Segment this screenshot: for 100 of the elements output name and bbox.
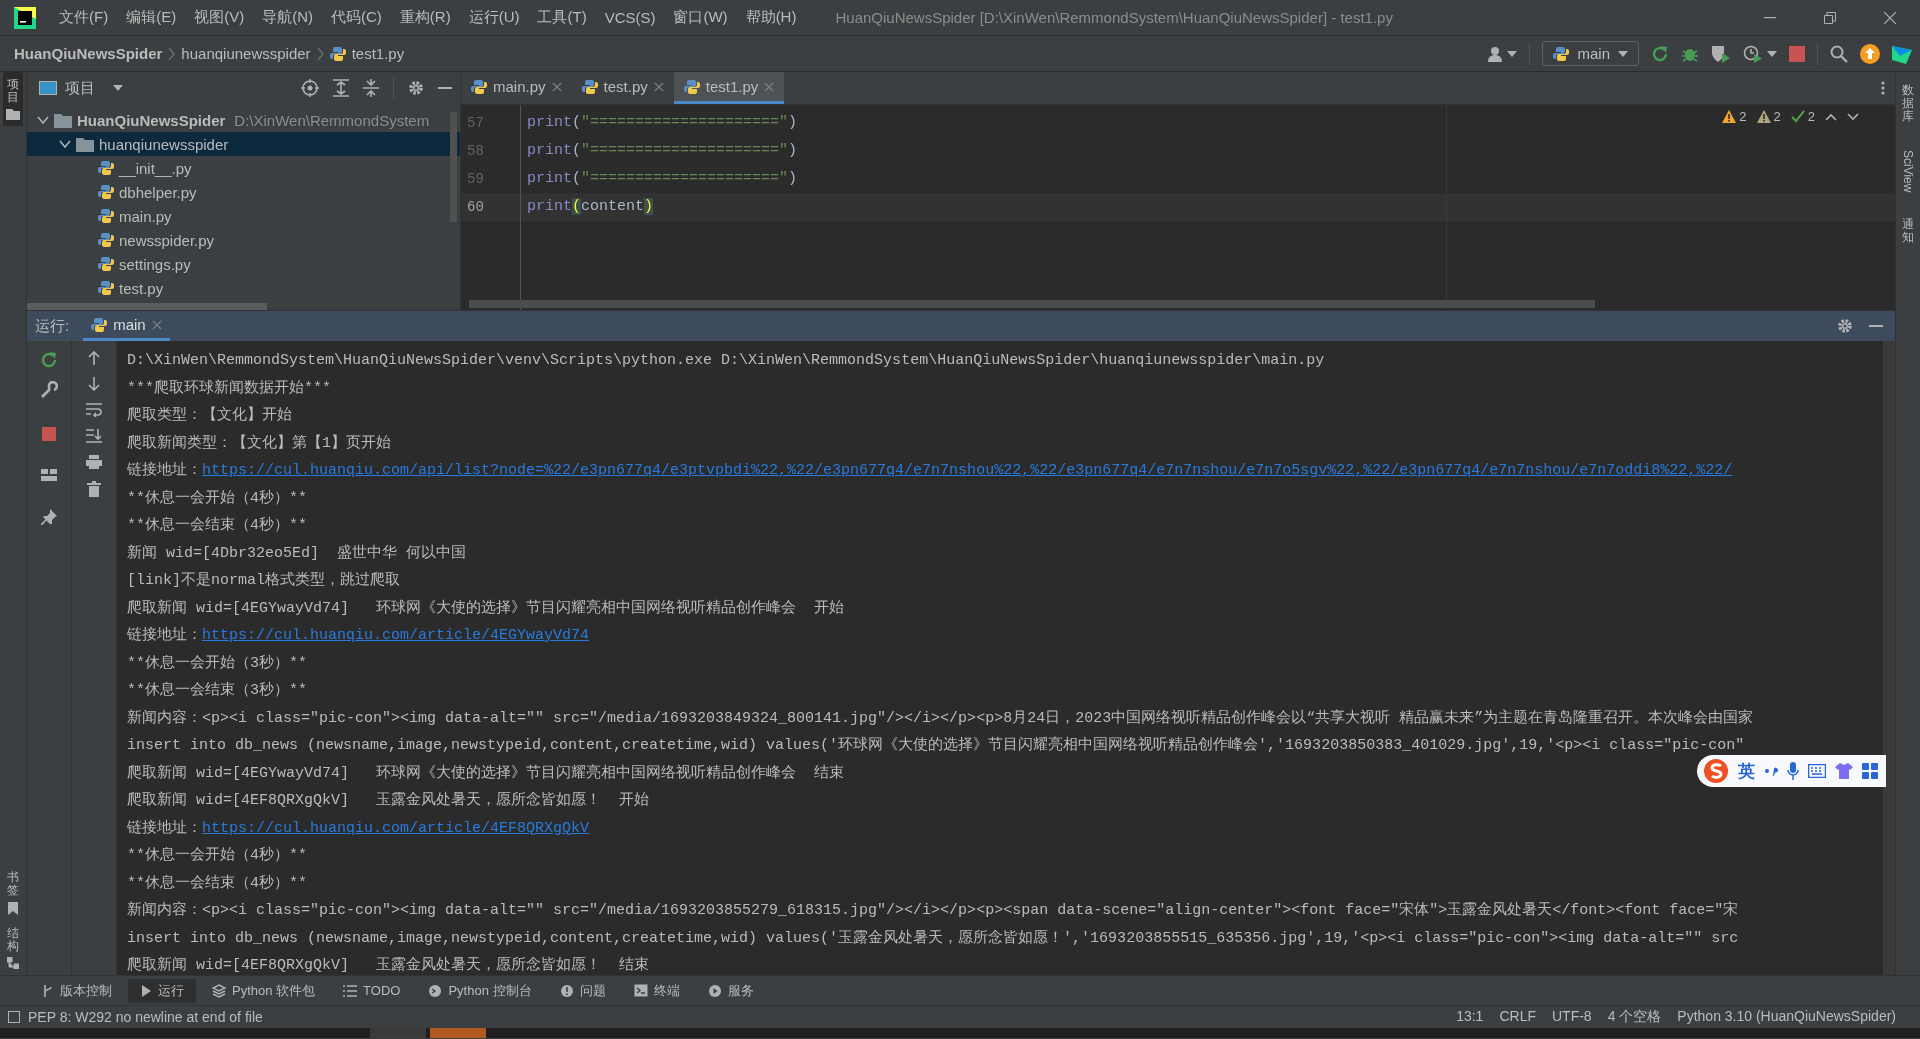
status-item[interactable]: CRLF	[1499, 1008, 1536, 1026]
menu-item[interactable]: 窗口(W)	[664, 8, 737, 27]
scrollbar[interactable]	[469, 300, 1595, 308]
arrow-down-icon[interactable]	[88, 377, 100, 391]
chevron-icon[interactable]	[37, 114, 49, 126]
chevron-down-icon[interactable]	[1847, 112, 1859, 121]
scrollbar[interactable]	[27, 303, 267, 310]
pin-icon[interactable]	[41, 509, 57, 525]
menu-item[interactable]: 重构(R)	[390, 8, 460, 27]
tool-window-button[interactable]: SciView	[1898, 143, 1918, 199]
tree-item[interactable]: HuanQiuNewsSpider D:\XinWen\RemmondSystem	[27, 108, 460, 132]
console-line: 新闻内容：<p><i class="pic-con"><img data-alt="" src="/media/1693203855279_618315.jpg"/></i></p><p><span data-scene="align-center"><font face="宋体">玉露金风处暑天</font><font face="宋	[127, 900, 1739, 921]
toolbox-logo-icon[interactable]	[1892, 43, 1912, 64]
scrollbar[interactable]	[1883, 341, 1895, 975]
tool-window-button[interactable]: 结构	[4, 920, 22, 975]
search-icon[interactable]	[1830, 44, 1848, 63]
editor-tab[interactable]: test.py	[571, 72, 674, 104]
print-icon[interactable]	[86, 455, 102, 469]
tool-tab[interactable]: Python 控制台	[416, 978, 544, 1003]
settings-icon[interactable]	[408, 80, 424, 96]
minimize-icon	[1764, 16, 1776, 19]
shield-run-icon[interactable]	[1711, 44, 1731, 63]
chevron-icon[interactable]	[59, 138, 71, 150]
menu-item[interactable]: 工具(T)	[528, 8, 596, 27]
status-item[interactable]: Python 3.10 (HuanQiuNewsSpider)	[1677, 1008, 1896, 1026]
menu-item[interactable]: 视图(V)	[185, 8, 254, 27]
rerun-icon[interactable]	[1651, 44, 1669, 63]
tool-window-button[interactable]: 书签	[4, 865, 22, 921]
menu-item[interactable]: 帮助(H)	[736, 8, 806, 27]
breadcrumb-item[interactable]: huanqiunewsspider	[181, 45, 311, 62]
console-link[interactable]: https://cul.huanqiu.com/article/4EGYwayVd74	[202, 622, 590, 650]
tool-tab[interactable]: 版本控制	[30, 978, 124, 1003]
run-label: 运行:	[35, 316, 70, 336]
tool-tab[interactable]: 问题	[547, 978, 618, 1003]
tool-window-button[interactable]: 数据库	[1899, 78, 1917, 130]
locate-icon[interactable]	[301, 79, 319, 97]
tool-tab[interactable]: 运行	[128, 978, 196, 1003]
tree-item[interactable]: settings.py	[27, 252, 460, 276]
inspection-count[interactable]: 2	[1739, 109, 1747, 124]
status-item[interactable]: 4 个空格	[1607, 1008, 1662, 1026]
settings-icon[interactable]	[1837, 318, 1853, 334]
expand-all-icon[interactable]	[333, 79, 349, 97]
trash-icon[interactable]	[87, 481, 101, 497]
tool-window-button[interactable]: 项目	[3, 72, 23, 127]
editor-tab[interactable]: main.py	[461, 72, 572, 104]
console-link[interactable]: https://cul.huanqiu.com/article/4EF8QRXgQkV	[202, 814, 590, 842]
breadcrumb-item[interactable]: HuanQiuNewsSpider	[14, 45, 163, 62]
input-mode-toggle[interactable]: 英	[1738, 759, 1755, 783]
tree-item[interactable]: test.py	[27, 276, 460, 300]
update-icon[interactable]	[1860, 43, 1880, 64]
layout-icon[interactable]	[41, 469, 57, 481]
scrollbar[interactable]	[450, 112, 457, 222]
menu-item[interactable]: 文件(F)	[50, 8, 118, 27]
project-view-dropdown[interactable]: 项目	[39, 78, 131, 98]
shirt-icon[interactable]	[1835, 763, 1853, 779]
close-icon[interactable]	[653, 81, 664, 92]
keyboard-icon[interactable]	[1808, 764, 1826, 778]
scroll-to-end-icon[interactable]	[86, 429, 102, 443]
tree-item[interactable]: __init__.py	[27, 156, 460, 180]
breadcrumb-item[interactable]: test1.py	[329, 45, 405, 62]
tool-tab[interactable]: Python 软件包	[200, 978, 328, 1003]
wrench-icon[interactable]	[40, 381, 58, 399]
tool-tab[interactable]: 终端	[621, 978, 692, 1003]
menu-item[interactable]: 运行(U)	[459, 8, 529, 27]
caret-icon[interactable]	[1767, 50, 1777, 57]
tree-item[interactable]: main.py	[27, 204, 460, 228]
tool-window-button[interactable]: 通知	[1899, 212, 1917, 251]
status-item[interactable]: UTF-8	[1551, 1008, 1592, 1026]
inspection-count[interactable]: 2	[1773, 109, 1781, 124]
code-line: print("=====================")	[526, 141, 798, 161]
profiler-icon[interactable]	[1743, 44, 1763, 63]
tool-tab[interactable]: TODO	[331, 980, 413, 1001]
grid-icon[interactable]	[1862, 763, 1878, 779]
menu-item[interactable]: VCS(S)	[595, 9, 665, 26]
menu-item[interactable]: 编辑(E)	[117, 8, 186, 27]
menu-item[interactable]: 代码(C)	[322, 8, 391, 27]
rerun-icon[interactable]	[40, 351, 58, 369]
editor-tab[interactable]: test1.py	[673, 72, 785, 104]
chevron-up-icon[interactable]	[1825, 112, 1837, 121]
tree-item[interactable]: newsspider.py	[27, 228, 460, 252]
tree-item[interactable]: huanqiunewsspider	[27, 132, 460, 156]
collapse-all-icon[interactable]	[363, 79, 379, 97]
tool-tab[interactable]: 服务	[695, 978, 766, 1003]
status-item[interactable]: 13:1	[1456, 1008, 1484, 1026]
stop-icon[interactable]	[1789, 45, 1805, 62]
tree-item[interactable]: dbhelper.py	[27, 180, 460, 204]
caret-icon[interactable]	[1507, 50, 1518, 57]
inspection-count[interactable]: 2	[1807, 109, 1815, 124]
line-number: 57	[466, 114, 485, 133]
input-method-logo-icon[interactable]	[1703, 758, 1729, 784]
panel-toggle-icon[interactable]	[8, 1011, 20, 1023]
arrow-up-icon[interactable]	[88, 351, 100, 365]
close-icon[interactable]	[551, 81, 562, 92]
more-icon[interactable]	[1881, 81, 1885, 95]
run-config-dropdown[interactable]: main	[1542, 41, 1639, 66]
soft-wrap-icon[interactable]	[86, 403, 102, 417]
microphone-icon[interactable]	[1787, 762, 1799, 780]
console-link[interactable]: https://cul.huanqiu.com/api/list?node=%22/e3pn677q4/e3ptvpbdi%22,%22/e3pn677q4/e7n7nshou%22,%22/e3pn677q4/e7n7nshou/e7n7o5sgv%22,%22/e3pn677q4/e7n7nshou/e7n7oddi8%22,%22/	[202, 457, 1733, 485]
menu-item[interactable]: 导航(N)	[253, 8, 322, 27]
user-icon[interactable]	[1488, 45, 1505, 62]
